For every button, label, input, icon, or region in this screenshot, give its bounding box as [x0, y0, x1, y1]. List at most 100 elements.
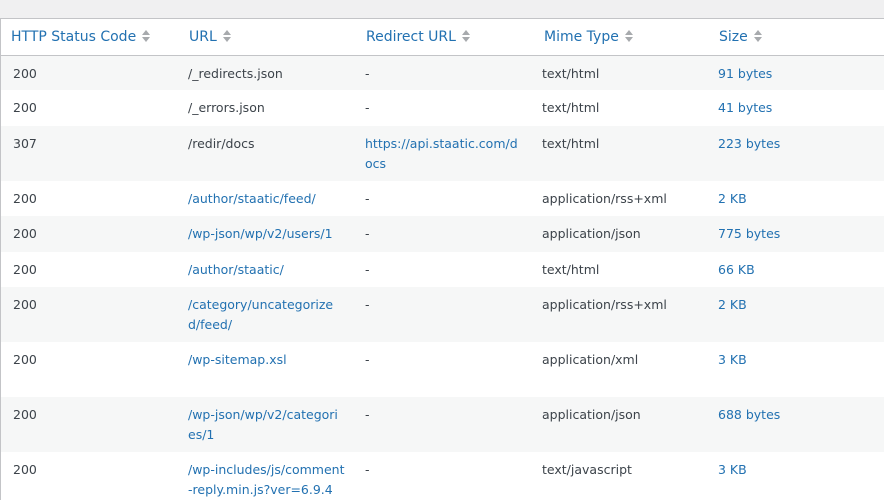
table-row: 200/wp-json/wp/v2/users/1 - application/js… — [1, 216, 884, 252]
size-cell: 3 KB — [708, 452, 884, 500]
url-cell: /wp-includes/js/comment-reply.min.js?ver… — [178, 452, 355, 500]
size-cell: 688 bytes — [708, 397, 884, 452]
url-link[interactable]: /author/staatic/ — [188, 262, 284, 277]
column-header-http-status-code[interactable]: HTTP Status Code — [1, 19, 178, 56]
redirect-url-cell: - — [355, 90, 532, 126]
redirect-url-cell-text: - — [365, 262, 370, 277]
mime-type-cell: application/json — [532, 397, 708, 452]
sort-icon — [461, 29, 471, 43]
mime-type-cell-text: text/html — [542, 262, 600, 277]
status-code-cell-text: 200 — [13, 226, 37, 241]
status-code-cell: 200 — [1, 342, 178, 397]
crawled-urls-table-container: HTTP Status Code URL Redirect URL Mime T… — [0, 18, 884, 500]
mime-type-cell: text/html — [532, 55, 708, 90]
table-header: HTTP Status Code URL Redirect URL Mime T… — [1, 19, 884, 56]
size-cell: 2 KB — [708, 287, 884, 342]
redirect-url-cell-text: - — [365, 100, 370, 115]
status-code-cell: 200 — [1, 216, 178, 252]
status-code-cell: 200 — [1, 252, 178, 287]
table-row: 200 /_redirects.json - text/html 91 bytes — [1, 55, 884, 90]
size-cell-text: 3 KB — [718, 352, 747, 367]
status-code-cell-text: 200 — [13, 407, 37, 422]
table-row: 200/wp-sitemap.xsl - application/xml 3 KB — [1, 342, 884, 397]
column-header-size[interactable]: Size — [708, 19, 884, 56]
status-code-cell-text: 200 — [13, 297, 37, 312]
redirect-url-cell: - — [355, 452, 532, 500]
redirect-url-cell-text: - — [365, 65, 370, 81]
mime-type-cell-text: text/html — [542, 65, 600, 81]
status-code-cell-text: 200 — [13, 352, 37, 367]
size-cell-text: 223 bytes — [718, 136, 781, 151]
url-cell: /redir/docs — [178, 126, 355, 181]
status-code-cell-text: 200 — [13, 100, 37, 115]
mime-type-cell: application/xml — [532, 342, 708, 397]
url-cell-text: /redir/docs — [188, 136, 255, 151]
url-link[interactable]: /wp-json/wp/v2/users/1 — [188, 226, 333, 241]
status-code-cell: 200 — [1, 397, 178, 452]
redirect-url-cell-text: - — [365, 191, 370, 206]
url-link[interactable]: /wp-json/wp/v2/categories/1 — [188, 407, 338, 442]
column-header-label: Size — [719, 28, 748, 45]
redirect-url-cell: - — [355, 342, 532, 397]
url-cell: /wp-json/wp/v2/categories/1 — [178, 397, 355, 452]
status-code-cell: 200 — [1, 452, 178, 500]
mime-type-cell-text: text/html — [542, 100, 600, 115]
size-cell: 775 bytes — [708, 216, 884, 252]
mime-type-cell: application/rss+xml — [532, 181, 708, 216]
size-cell-text: 66 KB — [718, 262, 755, 277]
redirect-url-cell: - — [355, 397, 532, 452]
url-link[interactable]: /wp-sitemap.xsl — [188, 352, 287, 367]
mime-type-cell: text/javascript — [532, 452, 708, 500]
size-cell-text: 688 bytes — [718, 407, 781, 422]
mime-type-cell: application/rss+xml — [532, 287, 708, 342]
url-link[interactable]: /wp-includes/js/comment-reply.min.js?ver… — [188, 462, 344, 497]
size-cell: 223 bytes — [708, 126, 884, 181]
mime-type-cell: application/json — [532, 216, 708, 252]
mime-type-cell: text/html — [532, 126, 708, 181]
table-row: 200/category/uncategorized/feed/ - applica… — [1, 287, 884, 342]
crawled-urls-table: HTTP Status Code URL Redirect URL Mime T… — [1, 19, 884, 500]
status-code-cell-text: 307 — [13, 136, 37, 151]
mime-type-cell-text: application/xml — [542, 352, 639, 367]
url-link[interactable]: /author/staatic/feed/ — [188, 191, 316, 206]
status-code-cell: 200 — [1, 90, 178, 126]
size-cell: 41 bytes — [708, 90, 884, 126]
size-cell-text: 775 bytes — [718, 226, 781, 241]
column-header-label: HTTP Status Code — [11, 28, 137, 45]
sort-icon — [222, 29, 232, 43]
redirect-url-cell: - — [355, 55, 532, 90]
redirect-url-cell: https://api.staatic.com/docs — [355, 126, 532, 181]
redirect-url-cell-text: - — [365, 352, 370, 367]
redirect-url-cell: - — [355, 252, 532, 287]
size-cell: 66 KB — [708, 252, 884, 287]
status-code-cell-text: 200 — [13, 462, 37, 477]
redirect-url-link[interactable]: https://api.staatic.com/docs — [365, 136, 518, 171]
table-row: 200/author/staatic/ - text/html 66 KB — [1, 252, 884, 287]
table-header-row: HTTP Status Code URL Redirect URL Mime T… — [1, 19, 884, 56]
url-cell: /category/uncategorized/feed/ — [178, 287, 355, 342]
url-cell: /wp-json/wp/v2/users/1 — [178, 216, 355, 252]
redirect-url-cell-text: - — [365, 297, 370, 312]
mime-type-cell-text: application/json — [542, 226, 641, 241]
redirect-url-cell-text: - — [365, 462, 370, 477]
redirect-url-cell: - — [355, 216, 532, 252]
url-link[interactable]: /category/uncategorized/feed/ — [188, 297, 333, 332]
mime-type-cell-text: application/json — [542, 407, 641, 422]
status-code-cell: 200 — [1, 287, 178, 342]
table-row: 200 /_errors.json - text/html 41 bytes — [1, 90, 884, 126]
mime-type-cell-text: application/rss+xml — [542, 191, 667, 206]
mime-type-cell-text: text/javascript — [542, 462, 632, 477]
redirect-url-cell-text: - — [365, 226, 370, 241]
status-code-cell: 307 — [1, 126, 178, 181]
size-cell-text: 2 KB — [718, 297, 747, 312]
column-header-redirect-url[interactable]: Redirect URL — [355, 19, 532, 56]
status-code-cell: 200 — [1, 55, 178, 90]
column-header-url[interactable]: URL — [178, 19, 355, 56]
table-row: 200/wp-json/wp/v2/categories/1 - applicati… — [1, 397, 884, 452]
mime-type-cell: text/html — [532, 252, 708, 287]
table-body: 200/_redirects.json - text/html 91 bytes 200… — [1, 55, 884, 500]
table-row: 200/wp-includes/js/comment-reply.min.js?… — [1, 452, 884, 500]
size-cell: 2 KB — [708, 181, 884, 216]
status-code-cell-text: 200 — [13, 262, 37, 277]
column-header-mime-type[interactable]: Mime Type — [532, 19, 708, 56]
